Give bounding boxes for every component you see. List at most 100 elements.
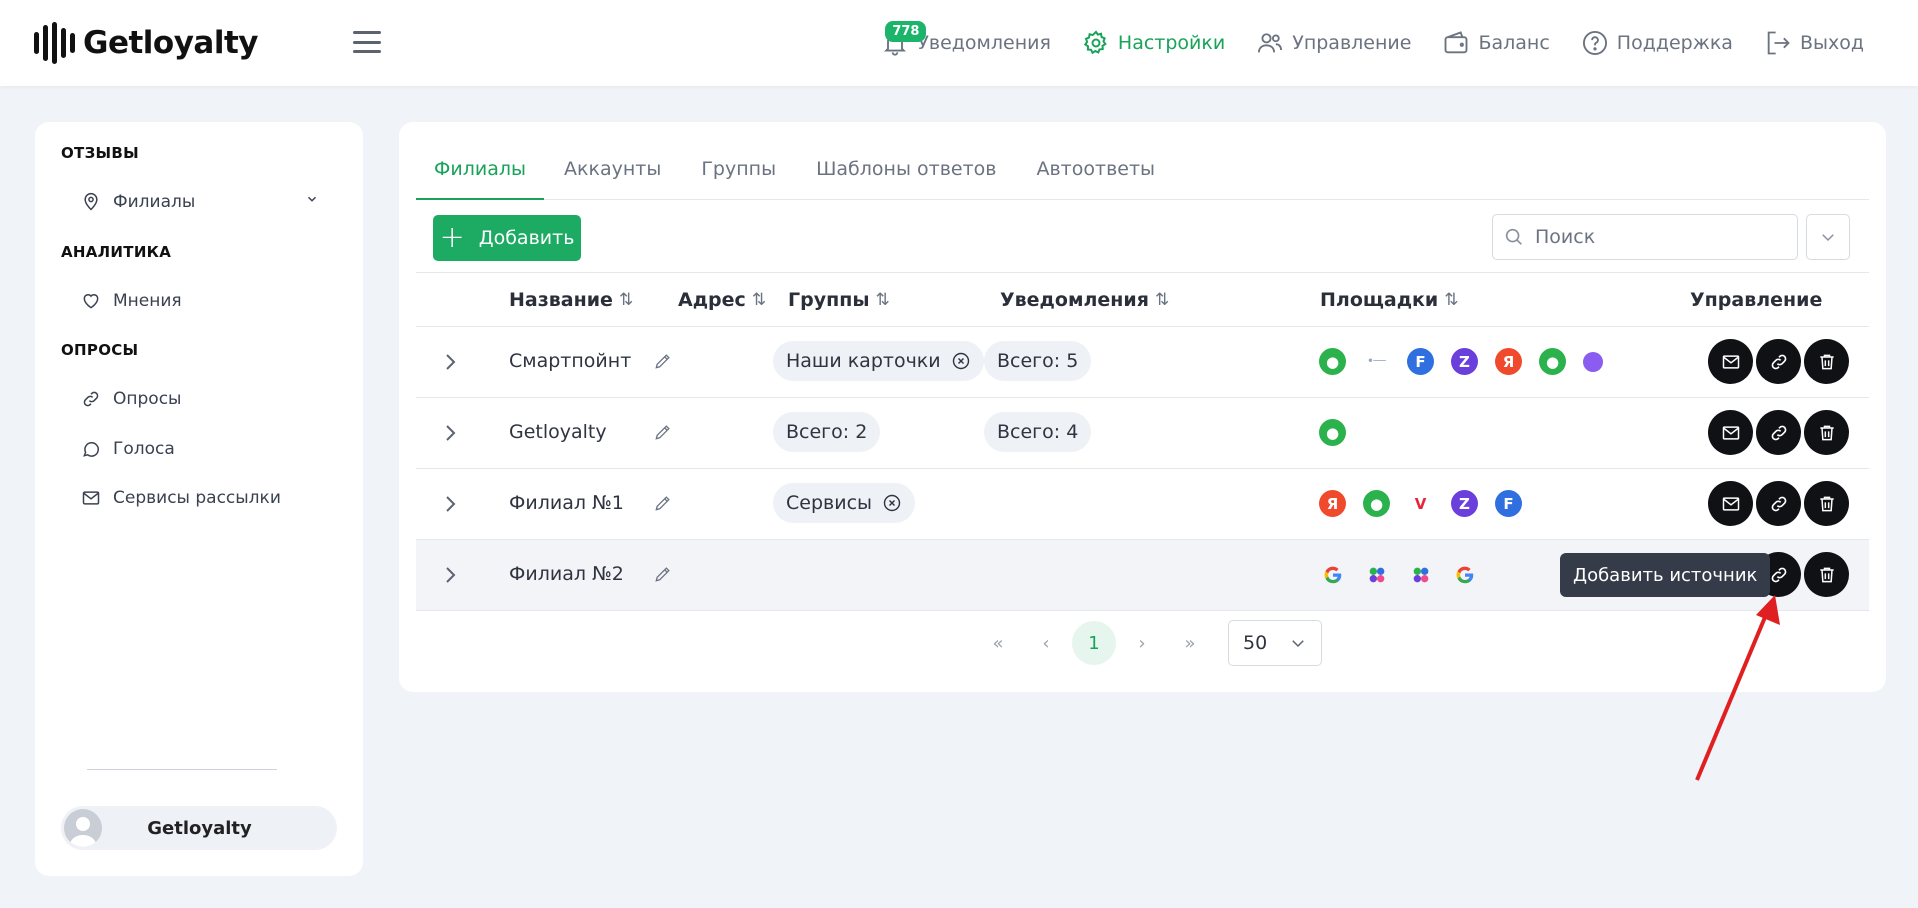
flamp-icon[interactable]: •── (1363, 348, 1390, 375)
sidebar-item-label: Опросы (113, 389, 182, 409)
groups-count-chip[interactable]: Всего: 2 (773, 412, 881, 452)
row-actions (1708, 481, 1849, 526)
nav-balance[interactable]: Баланс (1442, 29, 1550, 57)
per-page-select[interactable]: 50 (1228, 620, 1322, 666)
group-chip-label: Наши карточки (786, 350, 941, 372)
column-header-address[interactable]: Адрес ⇅ (678, 289, 766, 311)
link-icon (83, 391, 99, 407)
search-input[interactable] (1535, 226, 1775, 248)
pencil-icon[interactable] (653, 493, 673, 513)
nav-settings[interactable]: Настройки (1082, 29, 1225, 57)
add-source-button[interactable] (1756, 410, 1801, 455)
google-icon[interactable] (1451, 561, 1478, 588)
yandex-icon[interactable]: Я (1495, 348, 1522, 375)
tf-icon[interactable]: F (1407, 348, 1434, 375)
page-number[interactable]: 1 (1072, 621, 1116, 665)
add-source-tooltip: Добавить источник (1560, 553, 1771, 597)
first-page-icon[interactable]: « (974, 621, 1022, 665)
2gis-icon[interactable]: ● (1319, 419, 1346, 446)
chevron-down-icon[interactable] (305, 192, 319, 206)
sort-icon[interactable]: ⇅ (876, 290, 890, 310)
yandex-icon[interactable]: Я (1319, 490, 1346, 517)
logo[interactable]: Getloyalty (34, 20, 259, 66)
user-profile[interactable]: Getloyalty (61, 806, 337, 850)
sort-icon[interactable]: ⇅ (1155, 290, 1169, 310)
vk-icon[interactable]: V (1407, 490, 1434, 517)
tab-accounts[interactable]: Аккаунты (544, 122, 681, 200)
help-circle-icon (1582, 30, 1607, 56)
link-icon (1771, 425, 1786, 440)
nav-support[interactable]: Поддержка (1581, 29, 1733, 57)
wallet-icon (1445, 31, 1468, 54)
users-icon (1258, 33, 1283, 53)
column-header-notifications[interactable]: Уведомления ⇅ (1000, 289, 1169, 311)
sort-icon[interactable]: ⇅ (619, 290, 633, 310)
2gis-icon[interactable]: ● (1319, 348, 1346, 375)
zoon-icon[interactable]: Z (1451, 348, 1478, 375)
2gis-icon[interactable]: ● (1539, 348, 1566, 375)
column-header-platforms[interactable]: Площадки ⇅ (1320, 289, 1459, 311)
globe-icon[interactable] (1583, 351, 1603, 372)
remove-circle-icon[interactable] (951, 351, 971, 371)
remove-circle-icon[interactable] (882, 493, 902, 513)
add-button-label: Добавить (478, 227, 575, 249)
nav-notifications[interactable]: 778 Уведомления (881, 21, 1051, 57)
dots-platform-icon[interactable] (1363, 561, 1390, 588)
annotation-arrow (1695, 595, 1780, 781)
filter-dropdown-button[interactable] (1806, 214, 1850, 260)
pencil-icon[interactable] (653, 422, 673, 442)
mail-button[interactable] (1708, 410, 1753, 455)
plus-icon: + (439, 220, 465, 255)
add-source-button[interactable] (1756, 339, 1801, 384)
tab-groups[interactable]: Группы (681, 122, 796, 200)
menu-toggle-icon[interactable] (353, 31, 381, 53)
nav-management[interactable]: Управление (1256, 29, 1411, 57)
chevron-right-icon[interactable] (438, 563, 462, 587)
chevron-right-icon[interactable] (438, 421, 462, 445)
notifications-chip[interactable]: Всего: 5 (984, 341, 1092, 381)
google-icon[interactable] (1319, 561, 1346, 588)
2gis-icon[interactable]: ● (1363, 490, 1390, 517)
tab-autoreplies[interactable]: Автоответы (1016, 122, 1175, 200)
nav-logout[interactable]: Выход (1764, 29, 1864, 57)
notifications-chip[interactable]: Всего: 4 (984, 412, 1092, 452)
sidebar-item-mailing-services[interactable]: Сервисы рассылки (81, 488, 281, 508)
sidebar-item-surveys[interactable]: Опросы (81, 389, 181, 409)
add-source-button[interactable] (1756, 481, 1801, 526)
dots-platform-icon[interactable] (1407, 561, 1434, 588)
next-page-icon[interactable]: › (1118, 621, 1166, 665)
tab-reply-templates[interactable]: Шаблоны ответов (796, 122, 1016, 200)
sort-icon[interactable]: ⇅ (1444, 290, 1458, 310)
link-icon (1771, 354, 1786, 369)
add-branch-button[interactable]: + Добавить (433, 215, 581, 261)
prev-page-icon[interactable]: ‹ (1022, 621, 1070, 665)
tab-branches[interactable]: Филиалы (416, 122, 544, 200)
sidebar-item-branches[interactable]: Филиалы (81, 192, 195, 212)
column-header-name[interactable]: Название ⇅ (509, 289, 633, 311)
last-page-icon[interactable]: » (1166, 621, 1214, 665)
delete-button[interactable] (1804, 552, 1849, 597)
delete-button[interactable] (1804, 410, 1849, 455)
table-row[interactable]: Филиал №1 Сервисы Я ● V Z F (416, 469, 1869, 540)
link-icon (1771, 496, 1786, 511)
mail-button[interactable] (1708, 339, 1753, 384)
column-header-groups[interactable]: Группы ⇅ (788, 289, 890, 311)
sort-icon[interactable]: ⇅ (752, 290, 766, 310)
chevron-right-icon[interactable] (438, 492, 462, 516)
column-label: Группы (788, 289, 870, 311)
table-row[interactable]: Смартпойнт Наши карточки Всего: 5 ● •── … (416, 327, 1869, 398)
mail-button[interactable] (1708, 481, 1753, 526)
mail-icon (1722, 354, 1739, 369)
pencil-icon[interactable] (653, 564, 673, 584)
sidebar-item-votes[interactable]: Голоса (81, 439, 175, 459)
sidebar-item-opinions[interactable]: Мнения (81, 291, 182, 311)
chevron-right-icon[interactable] (438, 350, 462, 374)
table-row[interactable]: Getloyalty Всего: 2 Всего: 4 ● (416, 398, 1869, 469)
zoon-icon[interactable]: Z (1451, 490, 1478, 517)
pencil-icon[interactable] (653, 351, 673, 371)
delete-button[interactable] (1804, 481, 1849, 526)
tf-icon[interactable]: F (1495, 490, 1522, 517)
delete-button[interactable] (1804, 339, 1849, 384)
sidebar-divider (87, 769, 277, 770)
top-header: Getloyalty 778 Уведомления Настройки Упр… (0, 0, 1918, 86)
